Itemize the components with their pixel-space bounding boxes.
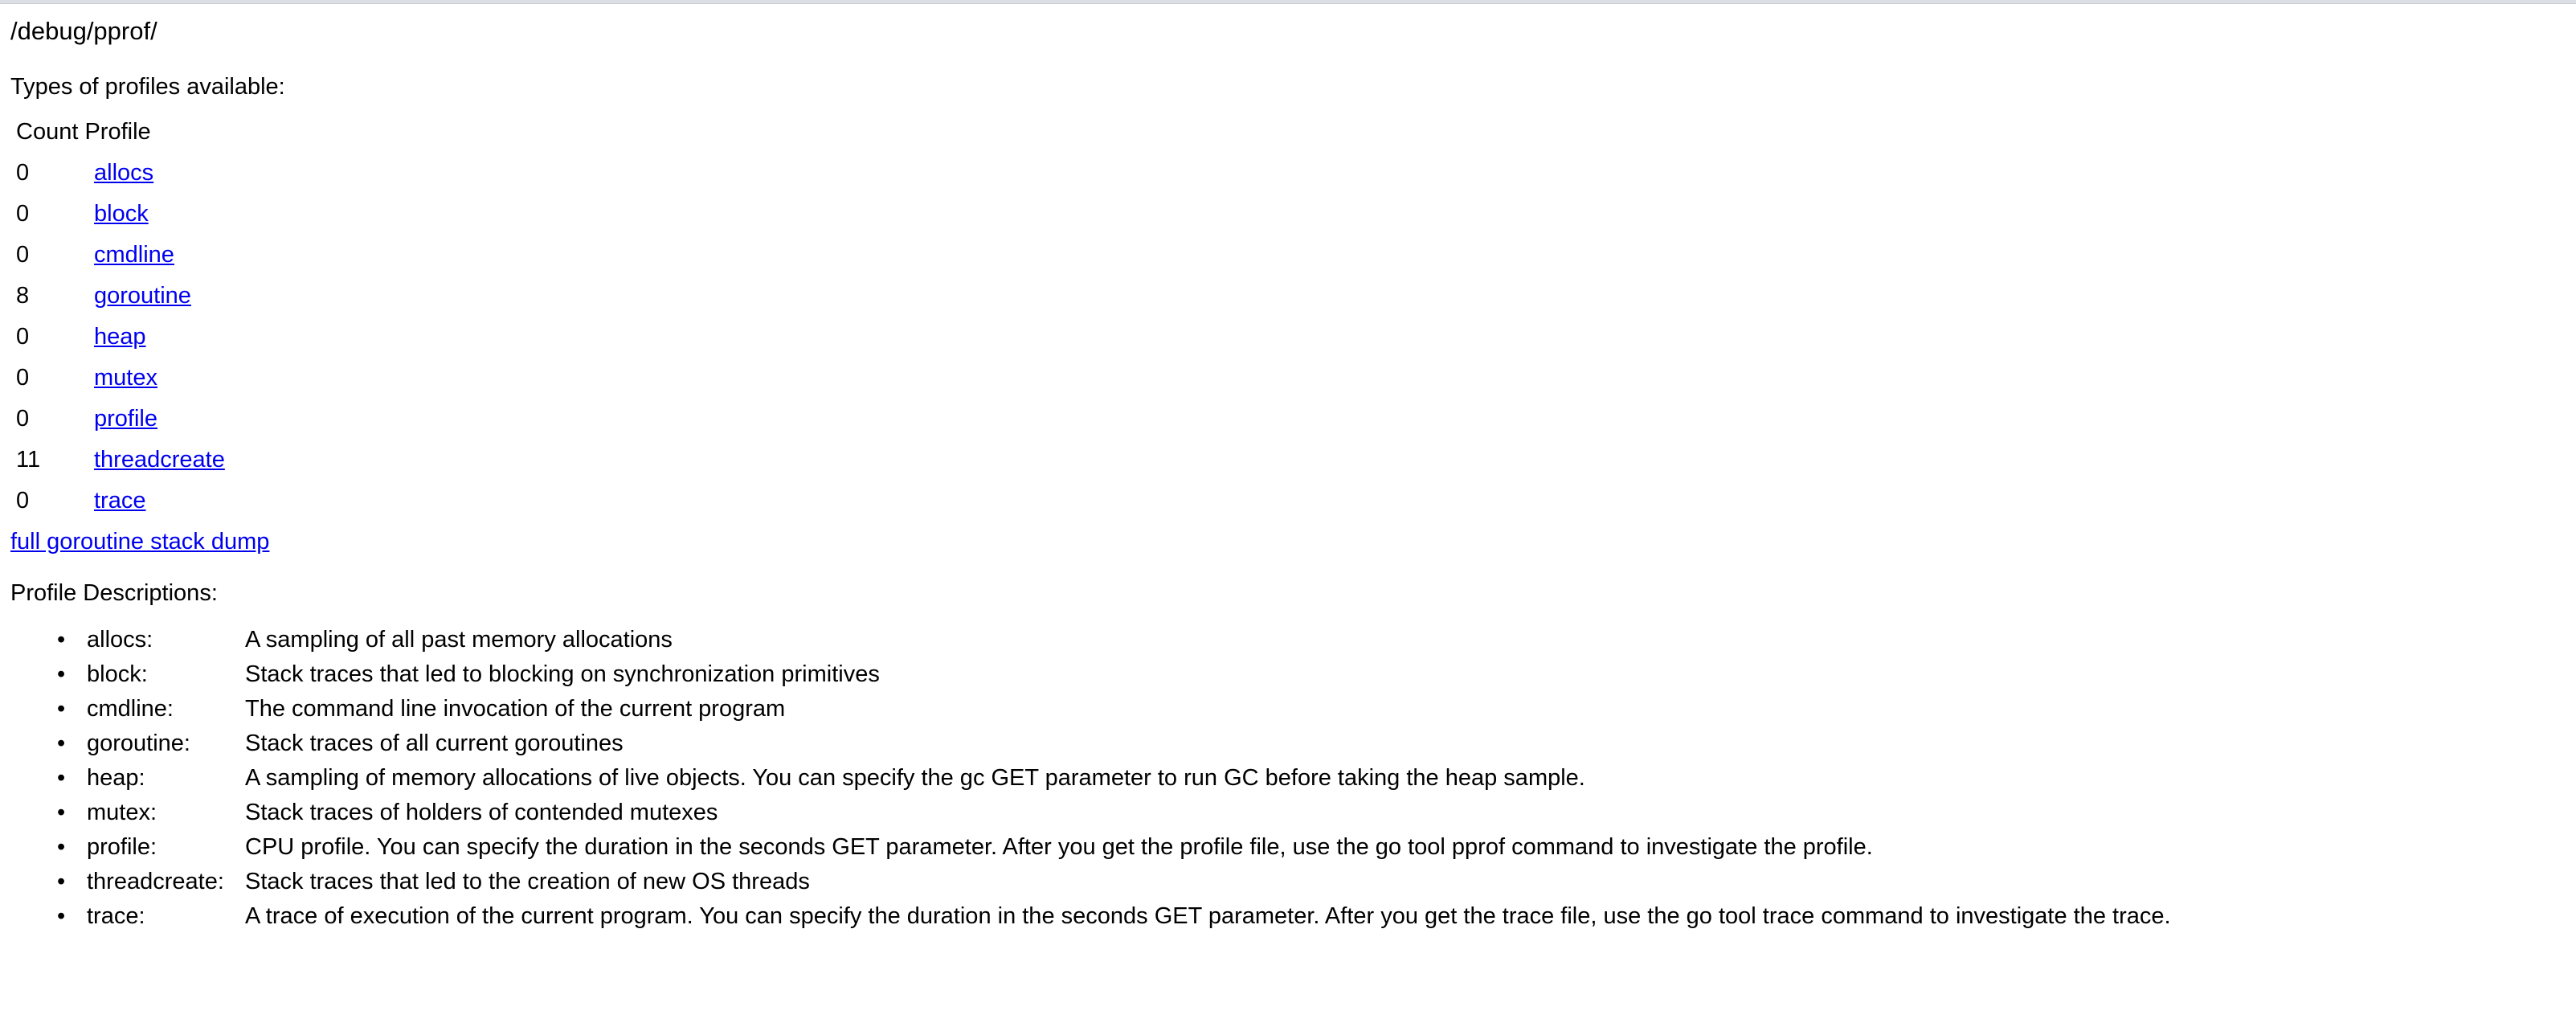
profile-description-term: profile:	[87, 834, 157, 860]
profile-count: 0	[16, 242, 30, 268]
full-goroutine-stack-dump-row: full goroutine stack dump	[10, 522, 2566, 563]
profile-count: 0	[16, 488, 30, 514]
link-profile-block[interactable]: block	[94, 201, 149, 227]
profile-description-item: • mutex: Stack traces of holders of conten…	[10, 796, 2566, 830]
profile-description-item: • trace: A trace of execution of the curre…	[10, 899, 2566, 934]
profile-description-term: mutex:	[87, 800, 157, 825]
profile-description-item: • profile: CPU profile. You can specify th…	[10, 830, 2566, 865]
profile-description-text: Stack traces of holders of contended mut…	[245, 800, 718, 825]
profile-description-item: • cmdline: The command line invocation of …	[10, 692, 2566, 726]
profile-description-item: • allocs: A sampling of all past memory al…	[10, 623, 2566, 657]
profile-table: Count Profile 0 allocs 0 block 0 cmdline 8 goro…	[10, 112, 2566, 522]
profile-table-row: 0 heap	[16, 317, 2566, 358]
bullet-icon: •	[57, 730, 66, 756]
profile-table-header: Count Profile	[16, 112, 2566, 153]
profile-count: 0	[16, 365, 30, 391]
profile-description-item: • block: Stack traces that led to blocking…	[10, 657, 2566, 692]
profile-description-term: heap:	[87, 765, 145, 791]
bullet-icon: •	[57, 696, 66, 722]
profile-description-text: Stack traces that led to blocking on syn…	[245, 661, 880, 687]
bullet-icon: •	[57, 765, 66, 791]
profile-table-row: 0 profile	[16, 399, 2566, 440]
profile-description-term: goroutine:	[87, 730, 190, 756]
profile-count: 0	[16, 160, 30, 186]
bullet-icon: •	[57, 800, 66, 825]
types-of-profiles-label: Types of profiles available:	[10, 74, 285, 100]
link-profile-allocs[interactable]: allocs	[94, 160, 153, 186]
profile-description-item: • goroutine: Stack traces of all current g…	[10, 726, 2566, 761]
profile-description-item: • threadcreate: Stack traces that led to t…	[10, 865, 2566, 899]
profile-table-row: 0 trace	[16, 481, 2566, 522]
pprof-index-page: /debug/pprof/ Types of profiles availabl…	[0, 4, 2576, 934]
profile-description-text: A sampling of all past memory allocation…	[245, 627, 673, 653]
bullet-icon: •	[57, 903, 66, 929]
page-title: /debug/pprof/	[10, 17, 157, 45]
link-full-goroutine-stack-dump[interactable]: full goroutine stack dump	[10, 529, 269, 555]
link-profile-cmdline[interactable]: cmdline	[94, 242, 174, 268]
profile-description-text: A sampling of memory allocations of live…	[245, 765, 1585, 791]
profile-description-text: The command line invocation of the curre…	[245, 696, 786, 722]
profile-count: 0	[16, 201, 30, 227]
profile-descriptions-label: Profile Descriptions:	[10, 580, 218, 606]
profile-description-term: block:	[87, 661, 148, 687]
profile-description-term: allocs:	[87, 627, 153, 653]
profile-description-text: Stack traces of all current goroutines	[245, 730, 624, 756]
profile-table-row: 0 allocs	[16, 153, 2566, 194]
profile-description-text: CPU profile. You can specify the duratio…	[245, 834, 1873, 860]
profile-table-row: 0 cmdline	[16, 235, 2566, 276]
profile-table-row: 11 threadcreate	[16, 440, 2566, 481]
profile-table-row: 8 goroutine	[16, 276, 2566, 317]
profile-description-term: cmdline:	[87, 696, 174, 722]
profile-count: 8	[16, 283, 30, 309]
profile-description-item: • heap: A sampling of memory allocations o…	[10, 761, 2566, 796]
profile-description-text: Stack traces that led to the creation of…	[245, 869, 810, 894]
profile-count: 0	[16, 406, 30, 432]
profile-count: 0	[16, 324, 30, 350]
profile-count: 11	[16, 447, 41, 473]
link-profile-profile[interactable]: profile	[94, 406, 157, 432]
link-profile-mutex[interactable]: mutex	[94, 365, 157, 391]
profile-description-text: A trace of execution of the current prog…	[245, 903, 2171, 929]
profile-description-term: threadcreate:	[87, 869, 224, 894]
profile-description-term: trace:	[87, 903, 145, 929]
profile-descriptions-list: • allocs: A sampling of all past memory al…	[10, 623, 2566, 934]
link-profile-trace[interactable]: trace	[94, 488, 145, 514]
link-profile-goroutine[interactable]: goroutine	[94, 283, 191, 309]
bullet-icon: •	[57, 834, 66, 860]
link-profile-heap[interactable]: heap	[94, 324, 146, 350]
bullet-icon: •	[57, 627, 66, 653]
profile-table-header-label: Count Profile	[16, 119, 151, 145]
profile-table-row: 0 mutex	[16, 358, 2566, 399]
profile-table-row: 0 block	[16, 194, 2566, 235]
bullet-icon: •	[57, 869, 66, 894]
link-profile-threadcreate[interactable]: threadcreate	[94, 447, 225, 473]
bullet-icon: •	[57, 661, 66, 687]
